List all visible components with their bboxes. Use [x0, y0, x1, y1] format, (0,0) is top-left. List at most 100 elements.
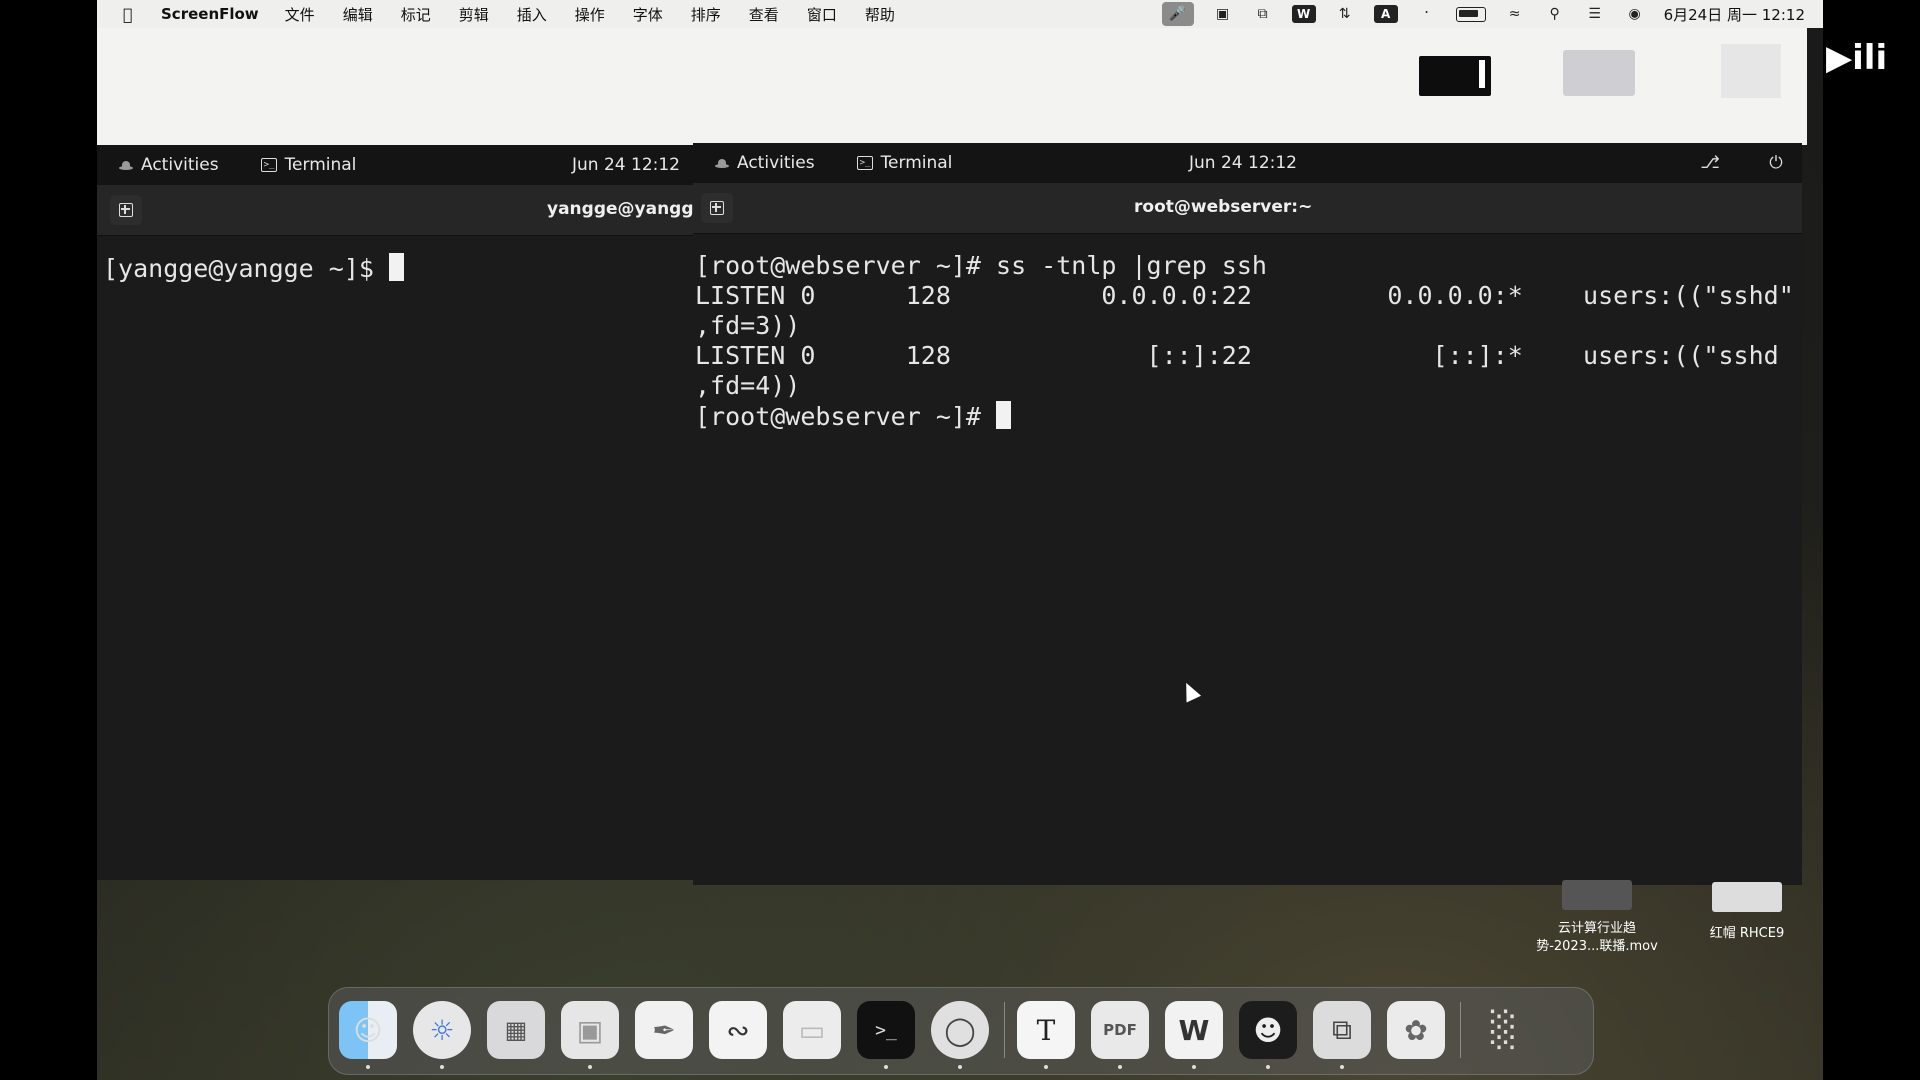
activities-label: Activities	[737, 153, 815, 173]
running-indicator	[440, 1065, 444, 1069]
wps-menubar-icon[interactable]: W	[1291, 5, 1316, 23]
running-indicator	[958, 1065, 962, 1069]
input-method-icon[interactable]: A	[1373, 5, 1398, 23]
desktop-file-label: 云计算行业趋 势-2023...联播.mov	[1536, 921, 1658, 954]
gnome-top-bar-left: Activities >_ Terminal Jun 24 12:12	[97, 145, 693, 185]
sync-icon[interactable]: ⇅	[1334, 5, 1356, 23]
desktop-file-video[interactable]: 云计算行业趋 势-2023...联播.mov	[1517, 880, 1677, 956]
wps-icon[interactable]: W	[1165, 1001, 1223, 1059]
terminal-line: LISTEN 0 128 [::]:22 [::]:* users:(("ssh…	[695, 341, 1779, 370]
messages-icon[interactable]: ▣	[561, 1001, 619, 1059]
network-icon: ⎇	[1700, 153, 1720, 173]
menu-file[interactable]: 文件	[285, 4, 315, 25]
siri-icon[interactable]: ◉	[1624, 5, 1646, 23]
wifi-icon[interactable]: ≈	[1504, 5, 1526, 23]
safari-icon[interactable]: ☼	[413, 1001, 471, 1059]
screenflow-icon[interactable]: ◯	[931, 1001, 989, 1059]
new-tab-button-right[interactable]	[701, 193, 733, 223]
menu-mark[interactable]: 标记	[401, 4, 431, 25]
terminal-app-menu-right[interactable]: >_ Terminal	[856, 153, 952, 173]
activities-label: Activities	[141, 155, 219, 175]
bilibili-watermark-icon: ▶ili	[1826, 38, 1888, 78]
chatbot-icon[interactable]: ☻	[1239, 1001, 1297, 1059]
desktop-file-label: 红帽 RHCE9	[1709, 926, 1785, 941]
bluetooth-icon[interactable]: ᛫	[1416, 5, 1438, 23]
macos-desktop:  ScreenFlow 文件 编辑 标记 剪辑 插入 操作 字体 排序 查看 …	[97, 0, 1823, 1080]
terminal-line: LISTEN 0 128 0.0.0.0:22 0.0.0.0:* users:…	[695, 281, 1794, 310]
macos-menubar:  ScreenFlow 文件 编辑 标记 剪辑 插入 操作 字体 排序 查看 …	[97, 0, 1823, 28]
vm-icon[interactable]: ⧉	[1313, 1001, 1371, 1059]
new-tab-icon	[710, 201, 724, 215]
terminal-cursor	[996, 401, 1012, 429]
terminal-headerbar-right: root@webserver:~	[693, 183, 1802, 234]
menu-clip[interactable]: 剪辑	[459, 4, 489, 25]
spotlight-search-icon[interactable]: ⚲	[1544, 5, 1566, 23]
terminal-line: ,fd=4))	[695, 371, 801, 400]
menu-action[interactable]: 操作	[575, 4, 605, 25]
terminal-output-left[interactable]: [yangge@yangge ~]$	[97, 236, 693, 880]
redhat-icon	[715, 158, 729, 168]
terminal-app-menu-left[interactable]: >_ Terminal	[260, 155, 357, 175]
running-indicator	[884, 1065, 888, 1069]
menu-view[interactable]: 查看	[749, 4, 779, 25]
menubar-clock[interactable]: 6月24日 周一 12:12	[1664, 4, 1805, 25]
microphone-icon[interactable]: 🎤	[1161, 2, 1194, 26]
power-icon: ⏻	[1769, 153, 1783, 173]
menu-window[interactable]: 窗口	[807, 4, 837, 25]
terminal-title-right: root@webserver:~	[1134, 197, 1313, 217]
watermark-logo	[1563, 50, 1635, 96]
app-name-menu[interactable]: ScreenFlow	[161, 5, 259, 23]
menu-font[interactable]: 字体	[633, 4, 663, 25]
video-file-icon	[1562, 880, 1632, 910]
gnome-system-menu[interactable]: ⎇ ⏻	[1700, 153, 1786, 173]
vm-window-right: Activities >_ Terminal Jun 24 12:12 ⎇ ⏻ …	[693, 143, 1802, 885]
files-icon[interactable]: ▭	[783, 1001, 841, 1059]
folder-icon	[1712, 882, 1782, 912]
recording-thumbnail	[1419, 56, 1491, 96]
menu-help[interactable]: 帮助	[865, 4, 895, 25]
notes-icon[interactable]: ✒	[635, 1001, 693, 1059]
terminal-app-icon: >_	[856, 156, 873, 170]
terminal-cursor	[388, 253, 404, 281]
terminal-line: [root@webserver ~]#	[695, 402, 997, 431]
gnome-top-bar-right: Activities >_ Terminal Jun 24 12:12 ⎇ ⏻	[693, 143, 1802, 183]
launchpad-icon[interactable]: ▦	[487, 1001, 545, 1059]
macos-dock: ☺ ☼ ▦ ▣ ✒ ∾ ▭ >_ ◯ T PDF W ☻ ⧉ ✿ ░	[328, 987, 1594, 1075]
running-indicator	[1118, 1065, 1122, 1069]
terminal-output-right[interactable]: [root@webserver ~]# ss -tnlp |grep ssh LI…	[693, 234, 1802, 885]
vm-header-strip	[97, 28, 1807, 145]
pdf-icon[interactable]: PDF	[1091, 1001, 1149, 1059]
dock-separator	[1460, 1002, 1461, 1058]
camera-icon[interactable]: ▣	[1212, 5, 1234, 23]
terminal-app-label: Terminal	[284, 155, 357, 175]
screens-icon[interactable]: ⧉	[1252, 5, 1274, 23]
activities-button-left[interactable]: Activities	[119, 155, 219, 175]
terminal-title-left: yangge@yangge:	[547, 199, 712, 219]
new-tab-button-left[interactable]	[110, 195, 142, 225]
running-indicator	[366, 1065, 370, 1069]
battery-icon[interactable]	[1455, 6, 1486, 22]
control-center-icon[interactable]: ☰	[1584, 5, 1606, 23]
trash-icon[interactable]: ░	[1475, 1001, 1533, 1059]
redhat-icon	[119, 160, 133, 170]
new-tab-icon	[119, 203, 133, 217]
overlay-thumbnail	[1721, 44, 1781, 98]
menu-edit[interactable]: 编辑	[343, 4, 373, 25]
typora-icon[interactable]: T	[1017, 1001, 1075, 1059]
desktop-file-rhce9[interactable]: 红帽 RHCE9	[1697, 882, 1797, 941]
terminal-line: [root@webserver ~]# ss -tnlp |grep ssh	[695, 251, 1267, 280]
finder-icon[interactable]: ☺	[339, 1001, 397, 1059]
terminal-headerbar-left: yangge@yangge:	[97, 185, 712, 236]
apple-icon[interactable]: 	[123, 5, 143, 24]
terminal-icon[interactable]: >_	[857, 1001, 915, 1059]
menu-arrange[interactable]: 排序	[691, 4, 721, 25]
gnome-clock-left[interactable]: Jun 24 12:12	[572, 155, 680, 175]
running-indicator	[1192, 1065, 1196, 1069]
freeform-icon[interactable]: ∾	[709, 1001, 767, 1059]
menubar-status-area: 🎤 ▣ ⧉ W ⇅ A ᛫ ≈ ⚲ ☰ ◉ 6月24日 周一 12:12	[1161, 0, 1805, 28]
gnome-clock-right[interactable]: Jun 24 12:12	[1189, 153, 1297, 173]
menu-insert[interactable]: 插入	[517, 4, 547, 25]
photos-icon[interactable]: ✿	[1387, 1001, 1445, 1059]
vm-window-left: Activities >_ Terminal Jun 24 12:12 yang…	[97, 145, 712, 880]
activities-button-right[interactable]: Activities	[715, 153, 815, 173]
